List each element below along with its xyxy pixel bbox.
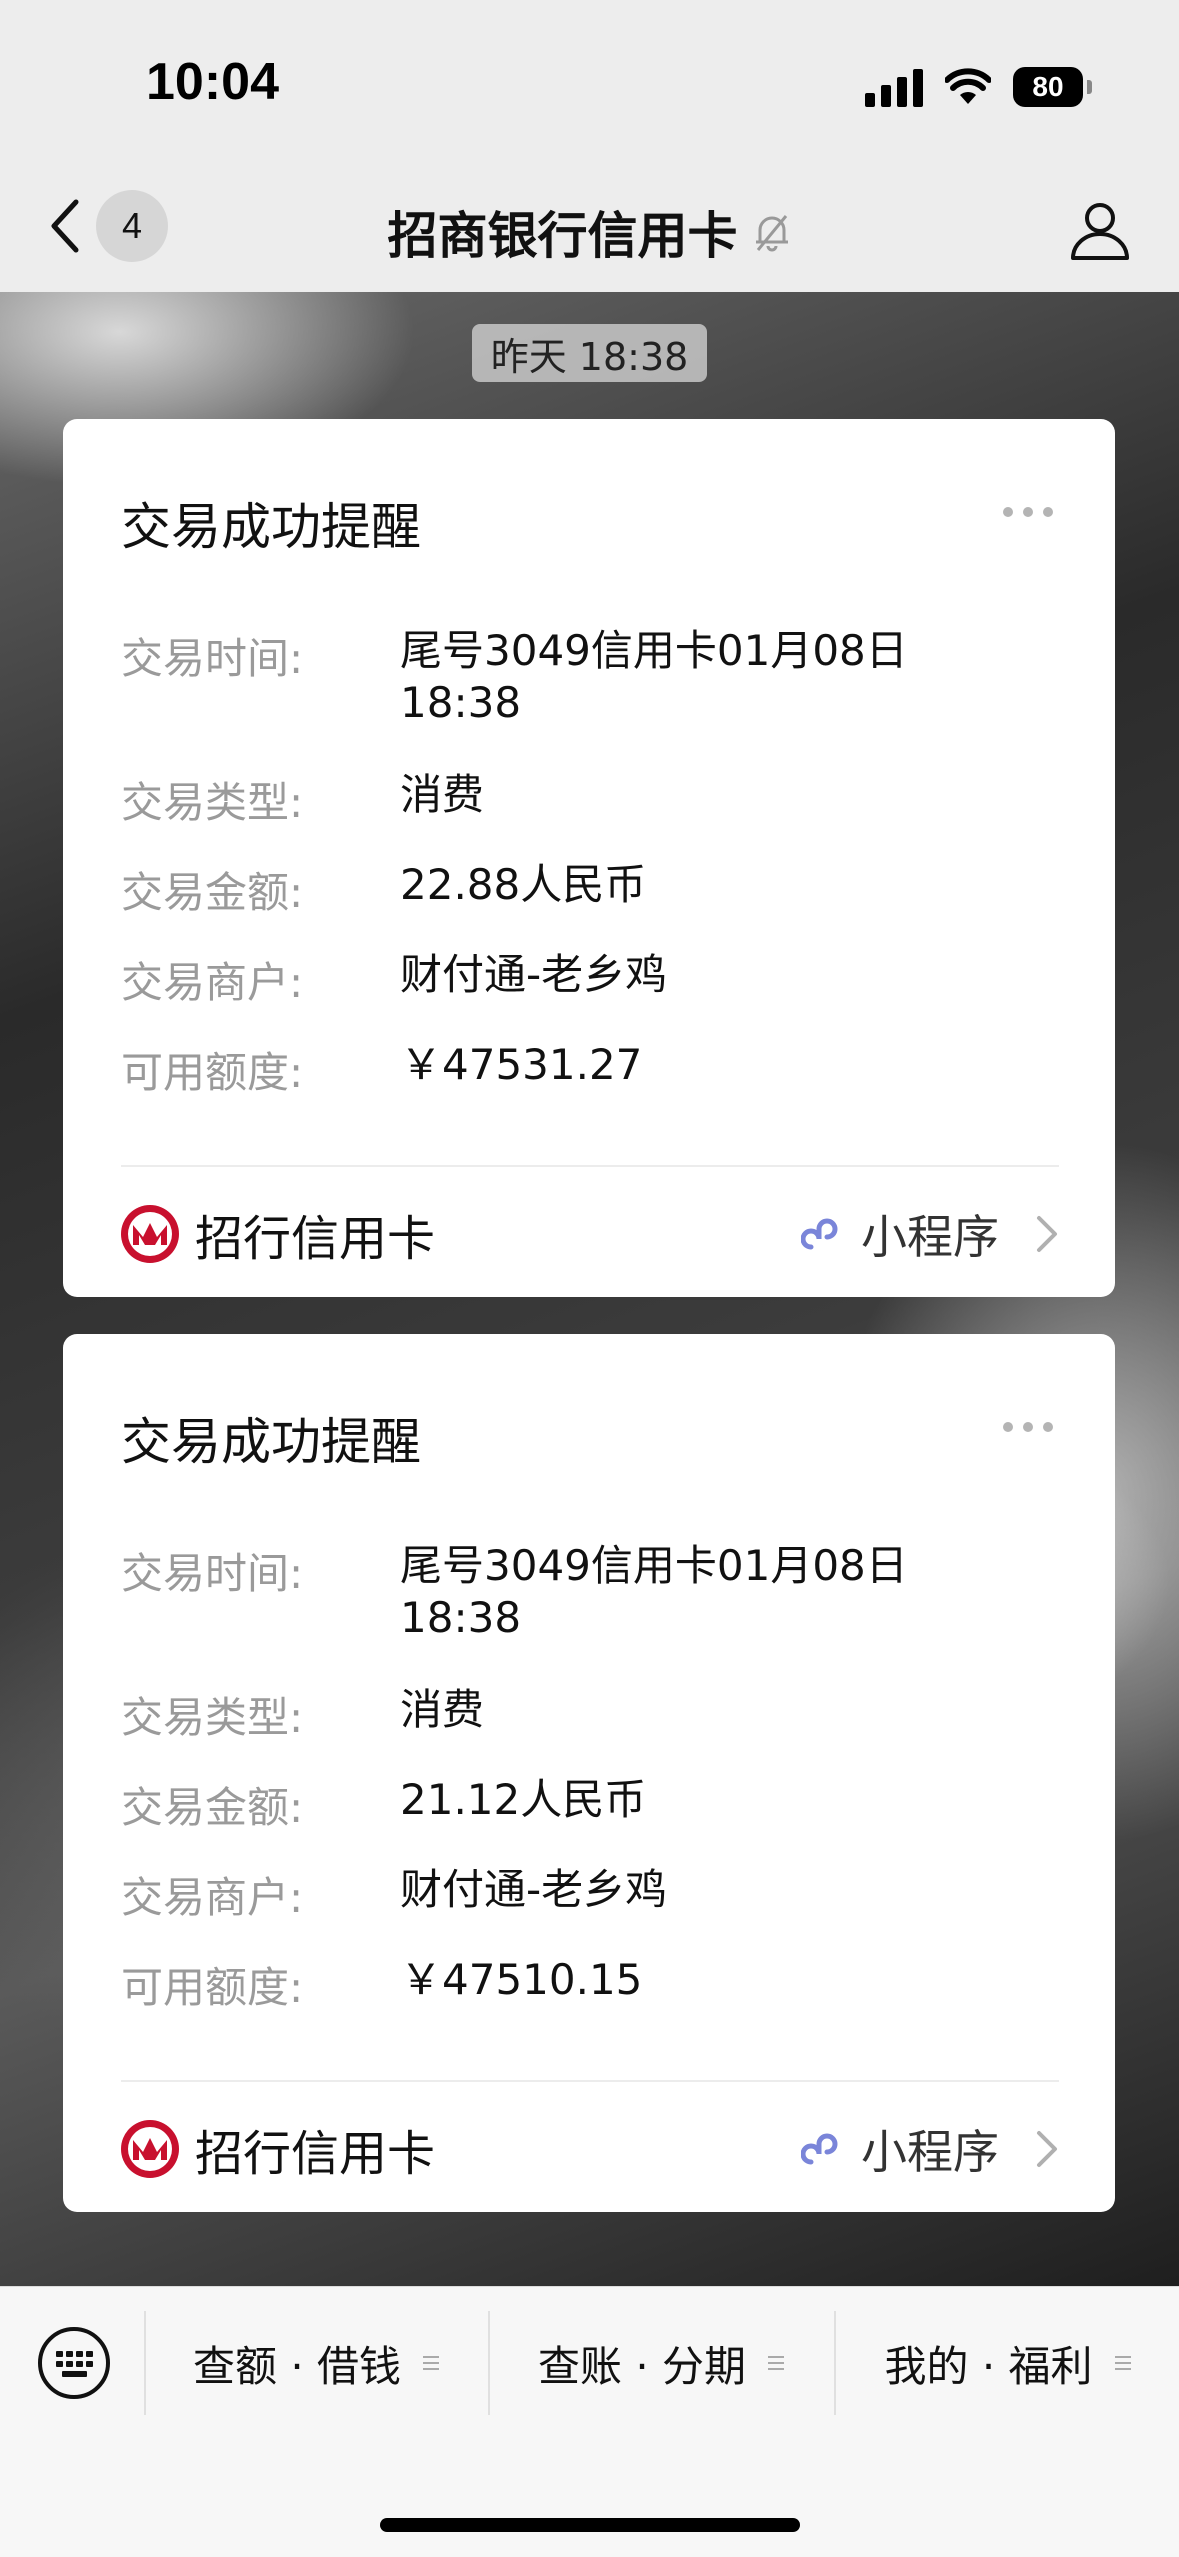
mini-program-source[interactable]: 招行信用卡 bbox=[119, 1199, 435, 1269]
row-value: 财付通-老乡鸡 bbox=[400, 1865, 668, 1914]
chevron-right-icon bbox=[1037, 2131, 1057, 2167]
row-value: 尾号3049信用卡01月08日 18:38 bbox=[400, 626, 908, 727]
bottom-menu-bar: 查额 · 借钱 查账 · 分期 我的 · 福利 bbox=[0, 2286, 1179, 2557]
row-transaction-time: 交易时间: 尾号3049信用卡01月08日 18:38 bbox=[121, 625, 1040, 729]
row-merchant: 交易商户: 财付通-老乡鸡 bbox=[121, 1864, 1040, 1925]
row-value: 21.12人民币 bbox=[400, 1775, 647, 1824]
profile-icon[interactable] bbox=[1067, 196, 1133, 262]
row-label: 交易商户: bbox=[121, 958, 304, 1007]
row-label: 交易类型: bbox=[121, 1693, 304, 1742]
row-label: 交易金额: bbox=[121, 868, 304, 917]
card-divider bbox=[121, 2080, 1059, 2082]
mini-program-icon bbox=[801, 1218, 838, 1250]
mute-bell-icon bbox=[755, 215, 788, 252]
row-transaction-amount: 交易金额: 21.12人民币 bbox=[121, 1774, 1040, 1835]
menu-item-bill-installment[interactable]: 查账 · 分期 bbox=[488, 2311, 834, 2415]
row-value: 22.88人民币 bbox=[400, 860, 647, 909]
menu-item-label: 我的 · 福利 bbox=[884, 2341, 1093, 2391]
status-time: 10:04 bbox=[146, 53, 279, 111]
mini-program-icon bbox=[801, 2133, 838, 2165]
submenu-icon bbox=[768, 2356, 785, 2370]
row-value: 消费 bbox=[400, 770, 485, 819]
row-value: 财付通-老乡鸡 bbox=[400, 950, 668, 999]
home-indicator bbox=[380, 2518, 800, 2532]
menu-item-label: 查额 · 借钱 bbox=[192, 2341, 402, 2391]
source-name: 招行信用卡 bbox=[195, 2126, 436, 2182]
cmb-logo-icon bbox=[121, 2120, 179, 2178]
signal-icon bbox=[865, 67, 923, 107]
row-label: 可用额度: bbox=[121, 1963, 304, 2012]
mini-program-link[interactable]: 小程序 bbox=[801, 1201, 1059, 1267]
menu-item-label: 查账 · 分期 bbox=[537, 2341, 747, 2391]
chat-title-text: 招商银行信用卡 bbox=[387, 207, 738, 265]
chevron-right-icon bbox=[1037, 1216, 1057, 1252]
row-merchant: 交易商户: 财付通-老乡鸡 bbox=[121, 949, 1040, 1010]
row-value: 尾号3049信用卡01月08日 18:38 bbox=[400, 1541, 908, 1642]
row-label: 可用额度: bbox=[121, 1048, 304, 1097]
row-label: 交易商户: bbox=[121, 1873, 304, 1922]
card-divider bbox=[121, 1165, 1059, 1167]
transaction-card[interactable]: 交易成功提醒 交易时间: 尾号3049信用卡01月08日 18:38 交易类型:… bbox=[63, 1334, 1115, 2212]
menu-item-my-benefits[interactable]: 我的 · 福利 bbox=[834, 2311, 1179, 2415]
message-timestamp: 昨天 18:38 bbox=[472, 324, 707, 382]
top-bar: 10:04 80 4 招商银行信用卡 bbox=[0, 0, 1179, 292]
mini-program-link[interactable]: 小程序 bbox=[801, 2116, 1059, 2182]
row-value: ￥47531.27 bbox=[400, 1040, 643, 1089]
menu-item-balance-loan[interactable]: 查额 · 借钱 bbox=[144, 2311, 488, 2415]
transaction-card[interactable]: 交易成功提醒 交易时间: 尾号3049信用卡01月08日 18:38 交易类型:… bbox=[63, 419, 1115, 1297]
row-transaction-type: 交易类型: 消费 bbox=[121, 769, 1040, 830]
row-value: ￥47510.15 bbox=[400, 1955, 643, 2004]
cmb-logo-icon bbox=[121, 1205, 179, 1263]
row-label: 交易时间: bbox=[121, 634, 304, 683]
row-transaction-time: 交易时间: 尾号3049信用卡01月08日 18:38 bbox=[121, 1540, 1040, 1644]
row-label: 交易类型: bbox=[121, 778, 304, 827]
chat-title: 招商银行信用卡 bbox=[0, 196, 1179, 268]
row-transaction-type: 交易类型: 消费 bbox=[121, 1684, 1040, 1745]
mini-program-source[interactable]: 招行信用卡 bbox=[119, 2114, 435, 2184]
mini-program-label: 小程序 bbox=[861, 2125, 999, 2179]
keyboard-toggle-icon[interactable] bbox=[36, 2325, 112, 2401]
battery-indicator: 80 bbox=[1013, 67, 1092, 107]
more-options-icon[interactable] bbox=[1003, 1422, 1053, 1432]
row-label: 交易金额: bbox=[121, 1783, 304, 1832]
row-available-credit: 可用额度: ￥47510.15 bbox=[121, 1954, 1040, 2015]
wifi-icon bbox=[945, 68, 991, 104]
row-value: 消费 bbox=[400, 1685, 485, 1734]
more-options-icon[interactable] bbox=[1003, 507, 1053, 517]
card-title: 交易成功提醒 bbox=[121, 1413, 421, 1471]
row-label: 交易时间: bbox=[121, 1549, 304, 1598]
status-icons: 80 bbox=[865, 62, 1092, 112]
mini-program-label: 小程序 bbox=[861, 1210, 999, 1264]
card-title: 交易成功提醒 bbox=[121, 498, 421, 556]
source-name: 招行信用卡 bbox=[195, 1211, 436, 1267]
submenu-icon bbox=[423, 2356, 440, 2370]
row-available-credit: 可用额度: ￥47531.27 bbox=[121, 1039, 1040, 1100]
submenu-icon bbox=[1114, 2356, 1131, 2370]
row-transaction-amount: 交易金额: 22.88人民币 bbox=[121, 859, 1040, 920]
